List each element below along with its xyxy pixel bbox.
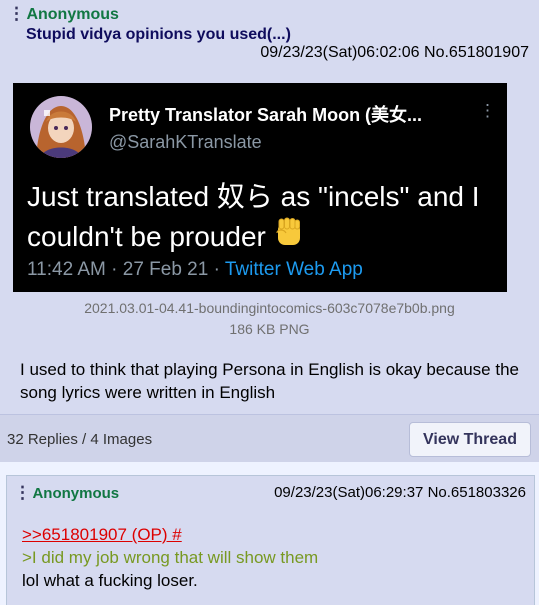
reply-meta: 09/23/23(Sat)06:29:37 No.651803326 — [274, 484, 526, 501]
op-post: ⋮ Anonymous Stupid vidya opinions you us… — [0, 0, 539, 462]
tweet-image[interactable]: Pretty Translator Sarah Moon (美女... ⋮ @S… — [13, 83, 507, 292]
tweet-handle: @SarahKTranslate — [109, 132, 262, 152]
op-datetime: 09/23/23(Sat)06:02:06 — [260, 44, 420, 61]
tweet-time-date: 11:42 AM · 27 Feb 21 · — [27, 259, 225, 280]
tweet-display-name: Pretty Translator Sarah Moon (美女... — [109, 105, 423, 125]
tweet-text: Just translated 奴ら as "incels" and I cou… — [27, 177, 497, 260]
view-thread-button[interactable]: View Thread — [409, 422, 531, 457]
reply-comment: >>651801907 (OP) # >I did my job wrong t… — [22, 523, 318, 592]
file-meta: 186 KB PNG — [229, 321, 310, 337]
post-menu-icon[interactable]: ⋮ — [14, 483, 31, 503]
reply-poster-name: Anonymous — [32, 485, 120, 502]
tweet-app: Twitter Web App — [224, 259, 363, 280]
op-header: ⋮ Anonymous — [8, 4, 531, 24]
quote-link[interactable]: >>651801907 (OP) # — [22, 523, 318, 546]
op-meta: 09/23/23(Sat)06:02:06 No.651801907 — [260, 44, 529, 62]
tweet-text-content: Just translated 奴ら as "incels" and I cou… — [27, 181, 480, 252]
reply-text: lol what a fucking loser. — [22, 571, 198, 590]
tweet-footer: 11:42 AM · 27 Feb 21 · Twitter Web App — [27, 259, 363, 281]
greentext-line: >I did my job wrong that will show them — [22, 548, 319, 567]
more-icon: ⋮ — [479, 101, 496, 120]
post-menu-icon[interactable]: ⋮ — [8, 4, 25, 24]
op-subject: Stupid vidya opinions you used(...) — [26, 26, 291, 43]
avatar — [30, 96, 92, 158]
thread-footer: 32 Replies / 4 Images View Thread — [0, 414, 539, 462]
file-name[interactable]: 2021.03.01-04.41-boundingintocomics-603c… — [0, 300, 539, 316]
reply-datetime: 09/23/23(Sat)06:29:37 — [274, 484, 424, 501]
op-poster-name: Anonymous — [26, 6, 119, 23]
op-comment: I used to think that playing Persona in … — [20, 360, 519, 402]
reply-post: ⋮ Anonymous 09/23/23(Sat)06:29:37 No.651… — [6, 475, 535, 605]
replies-summary: 32 Replies / 4 Images — [7, 431, 153, 448]
reply-post-number[interactable]: No.651803326 — [428, 484, 526, 501]
reply-header: ⋮ Anonymous — [14, 483, 119, 503]
raised-fist-emoji-icon — [274, 217, 304, 260]
op-post-number[interactable]: No.651801907 — [424, 44, 529, 61]
